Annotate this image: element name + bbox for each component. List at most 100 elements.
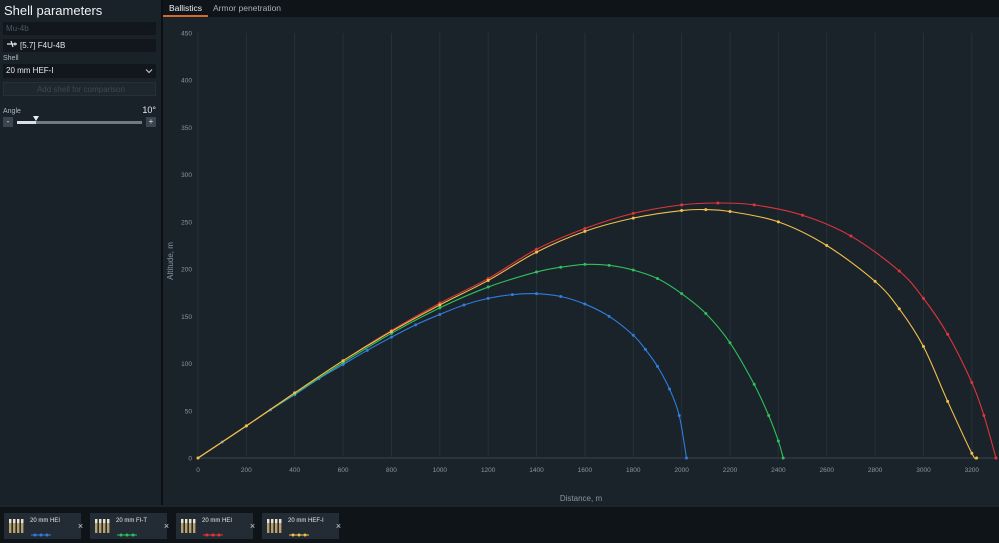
shell-select[interactable]: 20 mm HEF-I xyxy=(3,64,156,78)
add-shell-button[interactable]: Add shell for comparison xyxy=(3,82,156,96)
trajectory-point-red xyxy=(583,227,587,230)
trajectory-line-yellow xyxy=(197,208,978,460)
x-tick-label: 800 xyxy=(386,467,397,474)
remove-shell-button[interactable]: × xyxy=(162,520,171,532)
comparison-shell-name: 20 mm HEI xyxy=(30,518,61,524)
shell-label: Shell xyxy=(3,55,19,62)
comparison-shell-name: 20 mm HEF-I xyxy=(288,518,324,524)
trajectory-point-blue xyxy=(677,414,681,417)
trajectory-line-green xyxy=(197,263,784,459)
trajectory-point-yellow xyxy=(293,391,297,395)
series-color-swatch xyxy=(30,525,52,537)
ballistics-chart: 0 200 400 600 800 1000 1200 1400 1600 1800 2000 220… xyxy=(166,31,998,503)
aircraft-select[interactable]: [5.7] F4U-4B xyxy=(3,39,156,52)
x-tick-label: 2000 xyxy=(674,467,689,474)
trajectory-point-red xyxy=(970,380,974,384)
trajectory-point-green xyxy=(776,439,780,443)
comparison-shell-chip[interactable]: 20 mm HEI × xyxy=(4,513,83,539)
trajectory-point-green xyxy=(704,312,708,315)
y-tick-label: 300 xyxy=(181,172,192,179)
trajectory-point-yellow xyxy=(776,220,780,224)
aircraft-name: [5.7] F4U-4B xyxy=(20,41,66,50)
trajectory-point-green xyxy=(559,265,563,269)
trajectory-point-green xyxy=(728,341,732,345)
remove-shell-button[interactable]: × xyxy=(334,520,343,532)
trajectory-point-green xyxy=(655,277,659,281)
x-tick-label: 3200 xyxy=(965,467,980,474)
trajectory-point-blue xyxy=(684,456,688,460)
trajectory-point-yellow xyxy=(438,303,442,307)
comparison-shell-chip[interactable]: 20 mm FI-T × xyxy=(90,513,169,539)
trajectory-point-blue xyxy=(583,302,587,306)
y-tick-label: 150 xyxy=(181,314,192,321)
y-tick-label: 100 xyxy=(181,361,192,368)
trajectory-line-red xyxy=(197,202,997,459)
series-color-swatch xyxy=(116,525,138,537)
y-tick-label: 450 xyxy=(181,31,192,38)
trajectory-point-green xyxy=(680,292,684,296)
x-tick-label: 2800 xyxy=(868,467,883,474)
trajectory-line-blue xyxy=(197,293,688,459)
trajectory-point-blue xyxy=(486,296,490,300)
comparison-shell-name: 20 mm HEI xyxy=(202,518,233,524)
trajectory-point-blue xyxy=(643,347,647,351)
trajectory-point-yellow xyxy=(583,229,587,233)
panel-title: Shell parameters xyxy=(4,3,103,18)
ammo-belt-icon xyxy=(7,517,27,535)
x-tick-label: 2400 xyxy=(771,467,786,474)
trajectory-point-green xyxy=(767,414,771,417)
trajectory-point-red xyxy=(752,203,756,207)
y-tick-label: 400 xyxy=(181,78,192,85)
trajectory-point-blue xyxy=(607,314,611,318)
ammo-belt-icon xyxy=(179,517,199,535)
trajectory-point-green xyxy=(781,456,785,460)
x-tick-label: 3000 xyxy=(916,467,931,474)
trajectory-point-green xyxy=(752,382,756,386)
x-tick-label: 2600 xyxy=(819,467,834,474)
angle-slider-track[interactable] xyxy=(17,121,142,124)
comparison-shell-chip[interactable]: 20 mm HEF-I × xyxy=(262,513,341,539)
x-tick-label: 2200 xyxy=(723,467,738,474)
trajectory-point-yellow xyxy=(486,278,490,282)
remove-shell-button[interactable]: × xyxy=(248,520,257,532)
trajectory-point-green xyxy=(631,268,635,272)
trajectory-point-red xyxy=(801,213,805,217)
trajectory-point-yellow xyxy=(631,216,635,220)
trajectory-point-yellow xyxy=(535,250,539,254)
trajectory-point-blue xyxy=(631,333,635,337)
y-tick-label: 250 xyxy=(181,219,192,226)
remove-shell-button[interactable]: × xyxy=(76,520,85,532)
tab-bar: Ballistics Armor penetration xyxy=(163,0,999,17)
trajectory-point-green xyxy=(535,270,539,274)
tab-ballistics[interactable]: Ballistics xyxy=(163,0,209,17)
trajectory-point-green xyxy=(583,262,587,266)
comparison-shell-name: 20 mm FI-T xyxy=(116,518,147,524)
vehicle-search-input[interactable]: Mu-4b xyxy=(3,22,156,35)
angle-slider-fill xyxy=(17,121,36,124)
comparison-bar: 20 mm HEI × 20 mm FI-T × 20 mm HEI × 20 mm HEF… xyxy=(0,505,999,543)
shell-parameters-panel: Shell parameters Mu-4b [5.7] F4U-4B Shel… xyxy=(0,0,163,505)
trajectory-point-green xyxy=(486,285,490,289)
trajectory-point-red xyxy=(897,269,901,273)
series-color-swatch xyxy=(288,525,310,537)
trajectory-point-blue xyxy=(414,323,418,327)
trajectory-point-yellow xyxy=(704,208,708,212)
series-color-swatch xyxy=(202,525,224,537)
angle-increase-button[interactable]: + xyxy=(146,117,156,127)
trajectory-point-yellow xyxy=(728,210,732,213)
comparison-shell-chip[interactable]: 20 mm HEI × xyxy=(176,513,255,539)
trajectory-point-red xyxy=(946,332,950,336)
angle-decrease-button[interactable]: - xyxy=(3,117,13,127)
tab-armor-penetration[interactable]: Armor penetration xyxy=(207,0,287,17)
trajectory-point-blue xyxy=(389,335,393,339)
x-tick-label: 0 xyxy=(196,467,200,474)
x-tick-label: 1600 xyxy=(578,467,593,474)
trajectory-point-blue xyxy=(438,312,442,316)
angle-slider-thumb[interactable] xyxy=(33,116,39,121)
trajectory-point-yellow xyxy=(389,329,393,333)
trajectory-point-blue xyxy=(535,292,539,296)
trajectory-point-yellow xyxy=(825,244,829,247)
angle-label: Angle xyxy=(3,108,21,115)
trajectory-point-yellow xyxy=(680,209,684,213)
trajectory-point-blue xyxy=(655,364,659,368)
